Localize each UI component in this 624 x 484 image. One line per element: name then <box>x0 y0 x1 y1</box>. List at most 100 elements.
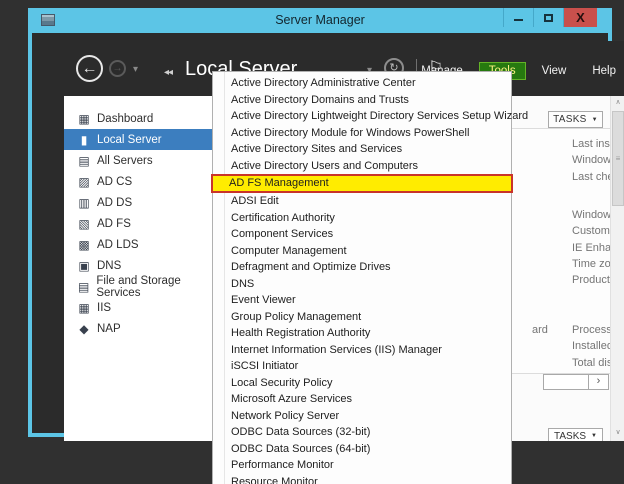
menu-item[interactable]: Active Directory Sites and Services <box>213 141 511 158</box>
window-controls: X <box>503 8 597 27</box>
tools-dropdown-menu: Active Directory Administrative CenterAc… <box>212 71 512 484</box>
menu-item[interactable]: iSCSI Initiator <box>213 358 511 375</box>
ad-lds-icon: ▩ <box>77 239 91 251</box>
property-label: Window <box>572 152 614 168</box>
scrollbar-grip-icon: ≡ <box>616 154 621 163</box>
menu-item[interactable]: Computer Management <box>213 243 511 260</box>
events-tasks-button[interactable]: TASKS ▼ <box>548 428 603 441</box>
property-label: Process <box>572 322 613 338</box>
sidebar-item-label: AD CS <box>97 176 132 188</box>
local-server-icon: ▮ <box>77 134 91 146</box>
scroll-up-icon[interactable]: ∧ <box>611 96 624 109</box>
sidebar-item-label: NAP <box>97 323 121 335</box>
menu-item[interactable]: Active Directory Administrative Center <box>213 75 511 92</box>
menu-item[interactable]: Event Viewer <box>213 292 511 309</box>
vertical-scrollbar[interactable]: ∧ ≡ ∨ <box>610 96 624 441</box>
property-label: Window <box>572 207 615 223</box>
menu-item[interactable]: Defragment and Optimize Drives <box>213 259 511 276</box>
sidebar: ▦ Dashboard ▮ Local Server ▤ All Servers… <box>64 96 234 441</box>
titlebar[interactable]: Server Manager X <box>32 8 608 33</box>
sidebar-item-label: AD FS <box>97 218 131 230</box>
back-button[interactable]: ← <box>76 55 103 82</box>
all-servers-icon: ▤ <box>77 155 91 167</box>
menu-item[interactable]: DNS <box>213 276 511 293</box>
menu-item[interactable]: Local Security Policy <box>213 375 511 392</box>
sidebar-item-label: Local Server <box>97 134 162 146</box>
menu-item[interactable]: Group Policy Management <box>213 309 511 326</box>
tasks-button-label: TASKS <box>553 114 587 125</box>
ad-fs-icon: ▧ <box>77 218 91 230</box>
sidebar-item[interactable]: ▣ DNS <box>64 255 234 276</box>
dashboard-icon: ▦ <box>77 113 91 125</box>
menu-item[interactable]: Active Directory Domains and Trusts <box>213 92 511 109</box>
property-label-group: ProcessInstalledTotal dis <box>572 322 613 371</box>
maximize-button[interactable] <box>533 8 563 27</box>
sidebar-item-label: DNS <box>97 260 121 272</box>
property-label: Custom <box>572 223 615 239</box>
sidebar-item[interactable]: ▮ Local Server <box>64 129 234 150</box>
properties-tasks-button[interactable]: TASKS ▼ <box>548 111 603 128</box>
scrollbar-thumb[interactable]: ≡ <box>612 111 624 206</box>
property-label: Last che <box>572 169 614 185</box>
sidebar-item-label: AD LDS <box>97 239 139 251</box>
chevron-down-icon: ▼ <box>592 117 598 123</box>
breadcrumb-collapse-icon[interactable]: ◂◂ <box>164 67 172 78</box>
dns-icon: ▣ <box>77 260 91 272</box>
close-button[interactable]: X <box>563 8 597 27</box>
minimize-icon <box>514 19 523 21</box>
sidebar-item[interactable]: ▧ AD FS <box>64 213 234 234</box>
menu-item[interactable]: Internet Information Services (IIS) Mana… <box>213 342 511 359</box>
forward-button[interactable]: → <box>109 60 126 77</box>
tasks-button-label: TASKS <box>554 431 586 442</box>
sidebar-item[interactable]: ▦ Dashboard <box>64 108 234 129</box>
scroll-down-icon[interactable]: ∨ <box>611 426 624 439</box>
chevron-down-icon: ▼ <box>591 433 597 439</box>
menu-item[interactable]: ADSI Edit <box>213 193 511 210</box>
menu-item[interactable]: Certification Authority <box>213 210 511 227</box>
sidebar-item[interactable]: ▨ AD CS <box>64 171 234 192</box>
menu-item[interactable]: Microsoft Azure Services <box>213 391 511 408</box>
property-label-group: Last instWindowLast che <box>572 136 614 185</box>
menu-item[interactable]: Active Directory Users and Computers <box>213 158 511 175</box>
horizontal-scrollbar[interactable]: › <box>543 374 609 390</box>
sidebar-item[interactable]: ▦ IIS <box>64 297 234 318</box>
desktop-background: Server Manager X ← → ▾ ◂◂ Local Server ▾… <box>0 0 624 484</box>
menu-item[interactable]: ODBC Data Sources (64-bit) <box>213 441 511 458</box>
menu-item[interactable]: AD FS Management <box>211 174 513 193</box>
sidebar-item-label: Dashboard <box>97 113 153 125</box>
sidebar-item[interactable]: ◆ NAP <box>64 318 234 339</box>
property-label-group: WindowCustomIE EnharTime zoProduct <box>572 207 615 288</box>
minimize-button[interactable] <box>503 8 533 27</box>
menu-item[interactable]: ODBC Data Sources (32-bit) <box>213 424 511 441</box>
file-and-storage-icon: ▤ <box>77 281 90 293</box>
sidebar-item-label: IIS <box>97 302 111 314</box>
history-dropdown-icon[interactable]: ▾ <box>133 64 138 75</box>
maximize-icon <box>544 14 553 22</box>
menubar-item[interactable]: View <box>532 62 577 80</box>
sidebar-item-label: All Servers <box>97 155 153 167</box>
property-label: Last inst <box>572 136 614 152</box>
scroll-right-icon[interactable]: › <box>588 375 608 389</box>
iis-icon: ▦ <box>77 302 91 314</box>
sidebar-item[interactable]: ▩ AD LDS <box>64 234 234 255</box>
menu-item[interactable]: Active Directory Module for Windows Powe… <box>213 125 511 142</box>
sidebar-item[interactable]: ▤ All Servers <box>64 150 234 171</box>
menubar-item[interactable]: Help <box>582 62 624 80</box>
sidebar-item-label: AD DS <box>97 197 132 209</box>
menu-item[interactable]: Performance Monitor <box>213 457 511 474</box>
property-label: IE Enhar <box>572 240 615 256</box>
menu-item[interactable]: Health Registration Authority <box>213 325 511 342</box>
menu-item[interactable]: Component Services <box>213 226 511 243</box>
ad-cs-icon: ▨ <box>77 176 91 188</box>
menu-item[interactable]: Network Policy Server <box>213 408 511 425</box>
menu-item[interactable]: Active Directory Lightweight Directory S… <box>213 108 511 125</box>
ad-ds-icon: ▥ <box>77 197 91 209</box>
menu-item[interactable]: Resource Monitor <box>213 474 511 484</box>
property-label: Product <box>572 272 615 288</box>
sidebar-item[interactable]: ▥ AD DS <box>64 192 234 213</box>
sidebar-item-label: File and Storage Services <box>96 275 222 299</box>
property-label: Time zo <box>572 256 615 272</box>
sidebar-item[interactable]: ▤ File and Storage Services ▷ <box>64 276 234 297</box>
property-label: Total dis <box>572 355 613 371</box>
property-value-fragment: ard <box>532 324 548 336</box>
